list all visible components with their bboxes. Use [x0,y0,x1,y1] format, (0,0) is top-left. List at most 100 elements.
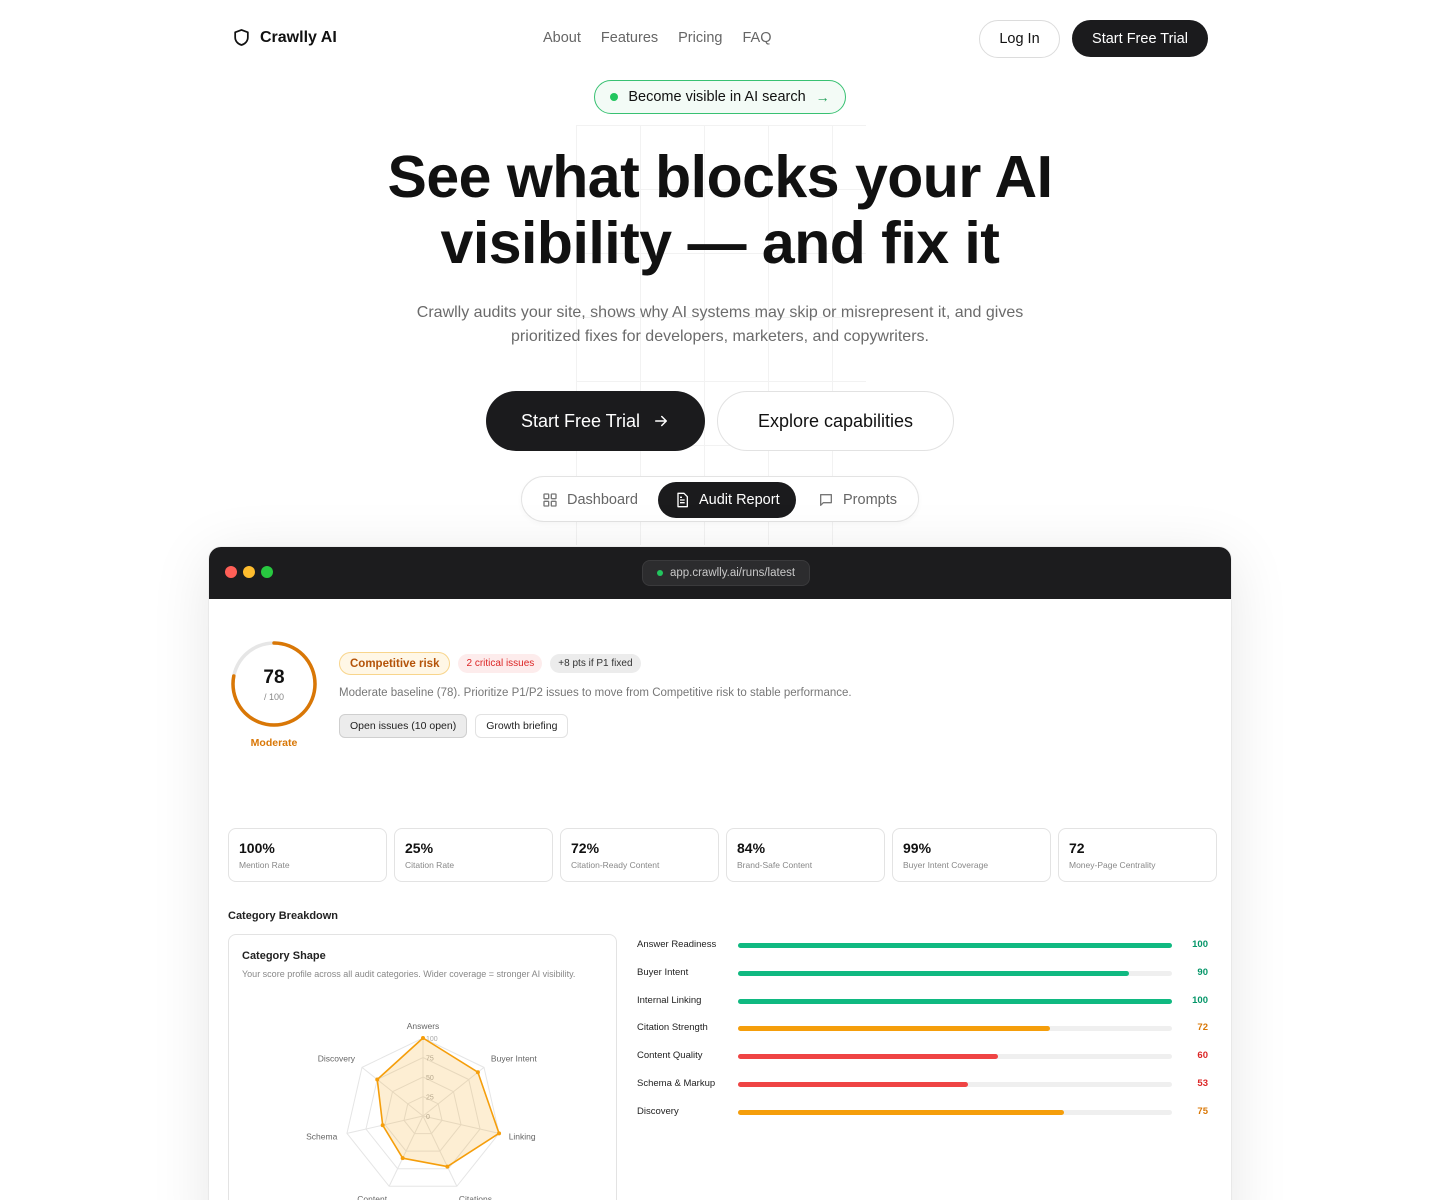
radar-point [380,1123,385,1128]
score-label: Moderate [250,737,298,749]
audit-report-content: 78 / 100 Moderate Competitive risk 2 cri… [209,599,1231,1200]
metric-card: 72% Citation-Ready Content [560,828,719,882]
tab-dashboard[interactable]: Dashboard [526,482,654,518]
metric-value: 72% [571,840,600,856]
radar-axis-label: Answers [407,1021,440,1031]
chat-icon [820,494,832,506]
radar-axis-label: Discovery [318,1054,356,1064]
arrow-right-icon [655,415,668,427]
radar-axis-label: Content [357,1194,387,1200]
category-bar-row: Answer Readiness 100 [637,936,1212,964]
radar-series-polygon [376,1037,500,1168]
url-text: app.crawlly.ai/runs/latest [669,567,796,579]
start-trial-nav-button[interactable]: Start Free Trial [1072,20,1208,57]
preview-tabs: Dashboard Audit Report Prompts [521,476,919,522]
start-trial-hero-button[interactable]: Start Free Trial [486,391,705,451]
status-badges: Competitive risk 2 critical issues +8 pt… [339,652,641,675]
category-bar-label: Schema & Markup [637,1077,716,1089]
hero-subtitle: Crawlly audits your site, shows why AI s… [416,304,1024,345]
metric-value: 99% [903,840,932,856]
category-bar-label: Citation Strength [637,1022,708,1034]
category-bar-track [738,998,1172,1004]
explore-capabilities-button[interactable]: Explore capabilities [717,391,954,451]
tab-dashboard-label: Dashboard [567,492,638,508]
nav-links: About Features Pricing FAQ [543,30,771,46]
metric-cards: 100% Mention Rate 25% Citation Rate 72% Cit… [228,828,1217,882]
metric-card: 25% Citation Rate [394,828,553,882]
app-preview-window: app.crawlly.ai/runs/latest 78 / 100 Mode… [209,547,1231,1200]
category-bar-label: Discovery [637,1105,679,1117]
metric-label: Brand-Safe Content [737,860,813,870]
category-bar-value: 75 [1197,1105,1208,1117]
brand-name: Crawlly AI [260,28,337,46]
top-nav: Crawlly AI About Features Pricing FAQ Lo… [0,0,1440,78]
announcement-text: Become visible in AI search [628,89,806,105]
growth-briefing-button[interactable]: Growth briefing [475,714,569,738]
risk-badge: Competitive risk [339,652,451,675]
login-button[interactable]: Log In [979,20,1060,58]
minimize-dot-icon [243,566,255,578]
score-value: 78 [263,667,285,688]
category-bars: Answer Readiness 100 Buyer Intent 90 Interna… [637,936,1212,1131]
radar-axis-label: Linking [509,1131,536,1141]
category-bar-row: Citation Strength 72 [637,1019,1212,1047]
nav-link-about[interactable]: About [543,30,581,46]
category-bar-label: Answer Readiness [637,939,717,950]
category-bar-row: Discovery 75 [637,1103,1212,1131]
status-dot-icon [610,93,619,101]
open-issues-button[interactable]: Open issues (10 open) [339,714,468,738]
nav-link-pricing[interactable]: Pricing [678,30,722,46]
category-breakdown-title: Category Breakdown [228,910,339,922]
radar-axis-label: Buyer Intent [491,1054,537,1064]
metric-card: 84% Brand-Safe Content [726,828,885,882]
category-shape-card: Category Shape Your score profile across… [228,934,617,1200]
score-max: / 100 [263,692,285,702]
radar-point [475,1070,480,1075]
metric-label: Citation Rate [405,860,455,870]
tab-prompts-label: Prompts [843,492,897,508]
radar-point [400,1156,405,1161]
category-bar-track [738,970,1172,976]
radar-point [421,1036,425,1040]
nav-link-faq[interactable]: FAQ [742,30,771,46]
tab-audit-report-label: Audit Report [699,492,780,508]
dashboard-icon [543,493,557,507]
category-bar-value: 53 [1197,1077,1208,1089]
category-bar-fill [738,998,1172,1004]
url-bar[interactable]: app.crawlly.ai/runs/latest [642,560,810,586]
document-icon [677,492,688,508]
metric-card: 99% Buyer Intent Coverage [892,828,1051,882]
category-bar-fill [738,1054,999,1060]
category-bar-track [738,1026,1172,1032]
metric-label: Mention Rate [239,860,290,870]
category-bar-track [738,1054,1172,1060]
critical-issues-badge: 2 critical issues [458,654,543,673]
radar-point [445,1164,450,1169]
points-badge: +8 pts if P1 fixed [550,654,641,673]
category-bar-track [738,943,1172,948]
shield-icon [234,29,249,46]
radar-chart: 0255075100AnswersBuyer IntentLinkingCita… [306,1021,537,1200]
category-bar-fill [738,943,1172,948]
window-titlebar: app.crawlly.ai/runs/latest [209,547,1231,599]
tab-audit-report[interactable]: Audit Report [658,482,796,518]
metric-label: Money-Page Centrality [1069,860,1156,870]
report-actions: Open issues (10 open) Growth briefing [339,714,569,738]
category-bar-fill [738,1026,1051,1032]
category-bar-value: 90 [1197,966,1208,978]
radar-axis-label: Citations [459,1194,492,1200]
radar-axis-label: Schema [306,1131,337,1141]
hero-title: See what blocks your AI visibility — and… [0,144,1440,276]
category-bar-value: 60 [1197,1050,1208,1062]
nav-link-features[interactable]: Features [601,30,658,46]
brand-logo[interactable]: Crawlly AI [232,27,337,48]
metric-value: 25% [405,840,434,856]
hero-title-line2: visibility — and fix it [440,210,1000,276]
category-bar-row: Buyer Intent 90 [637,964,1212,992]
cta-primary-label: Start Free Trial [520,410,641,431]
radar-point [375,1077,380,1082]
announcement-pill[interactable]: Become visible in AI search → [594,80,846,114]
radar-point [497,1131,502,1136]
metric-label: Citation-Ready Content [571,860,660,870]
tab-prompts[interactable]: Prompts [802,482,913,518]
